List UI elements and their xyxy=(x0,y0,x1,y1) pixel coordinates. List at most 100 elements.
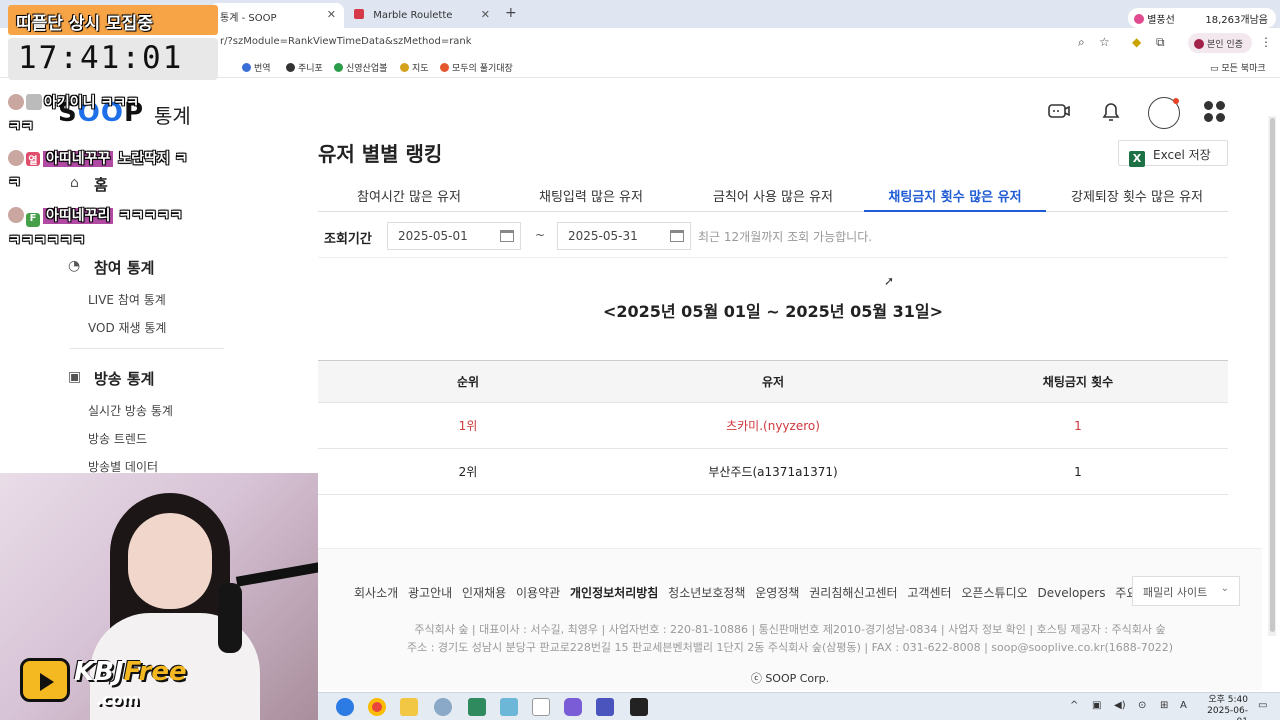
tab-kick-count[interactable]: 강제퇴장 횟수 많은 유저 xyxy=(1046,176,1228,212)
notepad-icon[interactable] xyxy=(532,698,550,716)
column-header-count: 채팅금지 횟수 xyxy=(1042,375,1114,389)
footer-link[interactable]: 오픈스튜디오 xyxy=(961,586,1027,600)
star-icon[interactable]: ☆ xyxy=(1099,35,1110,49)
family-site-select[interactable]: 패밀리 사이트 ⌄ xyxy=(1132,576,1240,606)
profile-pill[interactable]: 별풍선 18,263개남음 xyxy=(1128,8,1276,28)
tab-marble-roulette[interactable]: Marble Roulette ✕ xyxy=(344,3,498,28)
app-icon[interactable] xyxy=(564,698,582,716)
recruit-banner: 띠플단 상시 모집중 xyxy=(8,5,218,35)
filter-label: 조회기간 xyxy=(324,232,372,247)
clock[interactable]: 오후 5:40 2025-06-01 xyxy=(1200,695,1248,720)
bookmark-item[interactable]: 모두의 풀기대장 xyxy=(440,61,513,74)
chat-nick: 아띠네꾸꾸 xyxy=(43,151,114,167)
app-icon[interactable] xyxy=(434,698,452,716)
bookmark-label: 주니포 xyxy=(298,64,323,74)
ime-icon[interactable]: A xyxy=(1180,700,1187,711)
bookmark-item[interactable]: 지도 xyxy=(400,61,429,74)
bell-icon[interactable] xyxy=(1100,100,1122,128)
bookmark-item[interactable]: 주니포 xyxy=(286,61,323,74)
footer-link[interactable]: Developers xyxy=(1038,586,1106,600)
footer-link[interactable]: 청소년보호정책 xyxy=(668,586,745,600)
logo-subtitle: 통계 xyxy=(154,104,191,128)
close-icon[interactable]: ✕ xyxy=(481,8,490,21)
user-cell[interactable]: 츠카미.(nyyzero) xyxy=(618,403,928,448)
nav-section-broadcast[interactable]: 방송 통계 xyxy=(94,368,154,389)
nav-item-live-stats[interactable]: LIVE 참여 통계 xyxy=(88,291,166,308)
extension-icon[interactable]: ◆ xyxy=(1132,35,1141,49)
tab-participation-time[interactable]: 참여시간 많은 유저 xyxy=(318,176,500,212)
app-icon[interactable] xyxy=(500,698,518,716)
tray-icon[interactable]: ⊞ xyxy=(1160,700,1168,711)
column-header-user: 유저 xyxy=(761,375,785,389)
tray-icon[interactable]: ▣ xyxy=(1092,700,1101,711)
footer-link[interactable]: 권리침해신고센터 xyxy=(809,586,897,600)
file-explorer-icon[interactable] xyxy=(400,698,418,716)
new-tab-button[interactable]: + xyxy=(505,5,517,21)
profile-count: 18,263개남음 xyxy=(1205,15,1268,26)
network-icon[interactable]: ⊙ xyxy=(1138,700,1146,711)
chevron-up-icon[interactable]: ^ xyxy=(1070,700,1078,711)
teams-icon[interactable] xyxy=(596,698,614,716)
footer-link[interactable]: 고객센터 xyxy=(907,586,951,600)
puzzle-icon[interactable]: ⧉ xyxy=(1156,35,1165,50)
tab-soop-stats[interactable]: 통계 - SOOP ✕ xyxy=(210,3,344,28)
nav-item-realtime[interactable]: 실시간 방송 통계 xyxy=(88,402,173,419)
calendar-icon[interactable] xyxy=(670,230,684,242)
bookmark-label: 모든 북마크 xyxy=(1221,64,1266,74)
more-menu-icon[interactable]: ⋮ xyxy=(1260,35,1272,49)
chrome-icon[interactable] xyxy=(368,698,386,716)
family-site-label: 패밀리 사이트 xyxy=(1143,586,1208,599)
apps-grid-icon[interactable] xyxy=(1204,101,1226,123)
tab-chat-input[interactable]: 채팅입력 많은 유저 xyxy=(500,176,682,212)
edge-icon[interactable] xyxy=(336,698,354,716)
filter-note: 최근 12개월까지 조회 가능합니다. xyxy=(698,230,873,244)
bookmark-item[interactable]: 번역 xyxy=(242,61,271,74)
all-bookmarks[interactable]: ▭ 모든 북마크 xyxy=(1210,61,1266,74)
map-pin-icon xyxy=(400,63,409,72)
tab-label: 통계 - SOOP xyxy=(220,13,277,24)
nav-item-trend[interactable]: 방송 트렌드 xyxy=(88,430,147,447)
copyright: ⓒ SOOP Corp. xyxy=(750,672,830,685)
tab-label: Marble Roulette xyxy=(373,10,453,21)
chat-avatar xyxy=(8,94,24,110)
nav-divider xyxy=(70,348,224,349)
footer-link[interactable]: 이용약관 xyxy=(516,586,560,600)
nav-item-vod-stats[interactable]: VOD 재생 통계 xyxy=(88,319,166,336)
footer-link[interactable]: 개인정보처리방침 xyxy=(570,586,658,600)
favicon-icon xyxy=(354,9,364,19)
date-from-input[interactable]: 2025-05-01 xyxy=(387,222,521,250)
nav-home[interactable]: 홈 xyxy=(94,174,108,195)
footer-link[interactable]: 광고안내 xyxy=(408,586,452,600)
chat-message: 아기이니 ㅋㅋㅋ xyxy=(8,92,139,112)
verify-button[interactable]: 본인 인증 xyxy=(1188,33,1252,53)
participation-icon: ◔ xyxy=(68,258,81,274)
tab-banned-words[interactable]: 금칙어 사용 많은 유저 xyxy=(682,176,864,212)
bookmark-item[interactable]: 신영산업볼 xyxy=(334,61,387,74)
broadcast-icon[interactable] xyxy=(1047,100,1071,126)
ranking-tabs: 참여시간 많은 유저 채팅입력 많은 유저 금칙어 사용 많은 유저 채팅금지 … xyxy=(318,176,1228,212)
verify-label: 본인 인증 xyxy=(1207,40,1243,50)
calculator-icon[interactable] xyxy=(468,698,486,716)
footer-link[interactable]: 운영정책 xyxy=(755,586,799,600)
user-cell[interactable]: 부산주드(a1371a1371) xyxy=(618,449,928,494)
bookmark-label: 신영산업볼 xyxy=(346,64,388,74)
volume-icon[interactable]: ◀) xyxy=(1114,700,1126,711)
app-icon[interactable] xyxy=(630,698,648,716)
chat-text: 노란딱지 ㅋ xyxy=(113,151,188,167)
footer-link[interactable]: 회사소개 xyxy=(354,586,398,600)
nav-section-participation[interactable]: 참여 통계 xyxy=(94,257,154,278)
tab-chat-ban-count[interactable]: 채팅금지 횟수 많은 유저 xyxy=(864,176,1046,212)
notification-icon[interactable]: ▭ xyxy=(1258,700,1267,711)
scrollbar-thumb[interactable] xyxy=(1270,118,1275,632)
calendar-icon[interactable] xyxy=(500,230,514,242)
chat-nick: 아띠네꾸리 xyxy=(43,208,114,224)
chat-text: ㅋㅋㅋ xyxy=(100,95,140,111)
footer-link[interactable]: 인재채용 xyxy=(462,586,506,600)
chat-message-cont: ㅋ xyxy=(8,175,21,191)
url-field[interactable]: r/?szModule=RankViewTimeData&szMethod=ra… xyxy=(220,36,472,47)
close-icon[interactable]: ✕ xyxy=(327,8,336,21)
chat-badge-icon xyxy=(26,94,42,110)
date-to-input[interactable]: 2025-05-31 xyxy=(557,222,691,250)
zoom-icon[interactable]: ⌕ xyxy=(1078,35,1085,50)
excel-save-button[interactable]: X Excel 저장 xyxy=(1118,140,1228,167)
